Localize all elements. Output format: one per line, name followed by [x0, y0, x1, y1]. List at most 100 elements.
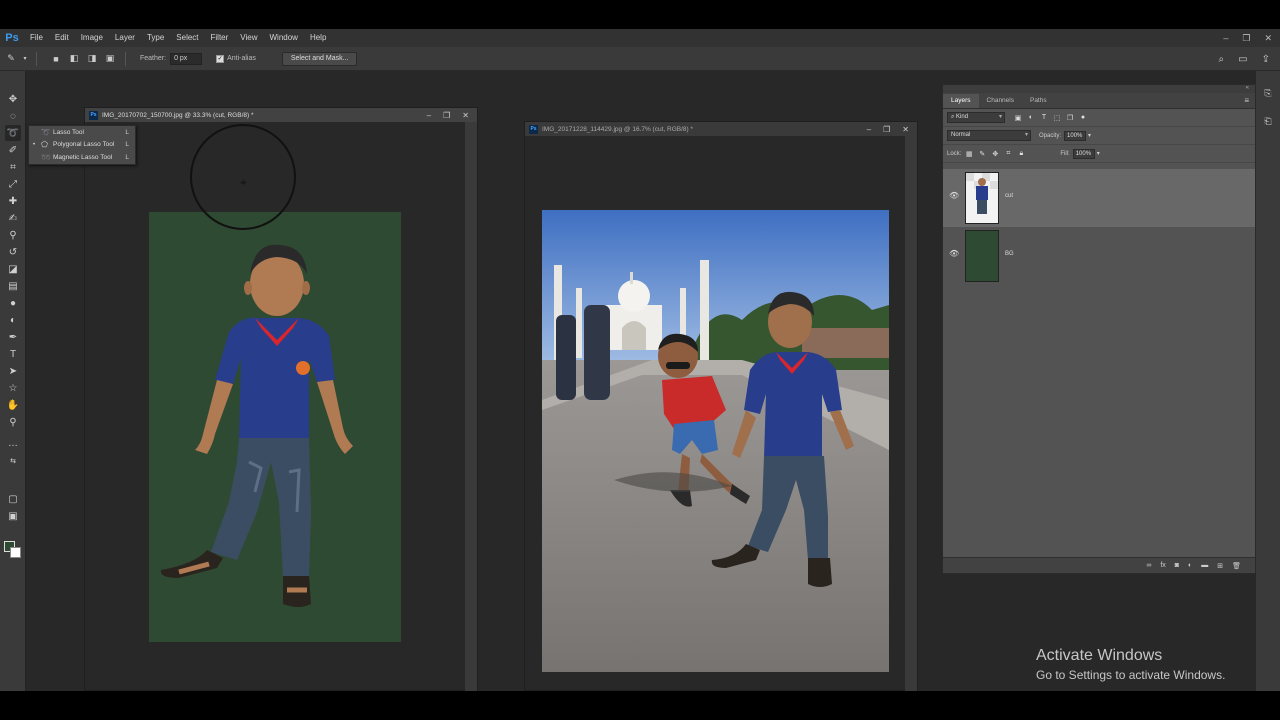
clone-stamp-tool-icon[interactable]: ⚲ [5, 227, 21, 243]
screen-mode-icon[interactable]: ▣ [5, 508, 21, 524]
filter-toggle-icon[interactable]: ● [1078, 113, 1088, 123]
document-2-scrollbar[interactable] [905, 136, 917, 692]
document-2-titlebar[interactable]: Ps IMG_20171228_114429.jpg @ 16.7% (cut,… [525, 122, 917, 136]
tab-layers[interactable]: Layers [943, 94, 979, 108]
select-and-mask-button[interactable]: Select and Mask... [281, 51, 358, 66]
share-icon[interactable]: ⇪ [1262, 54, 1270, 65]
default-colors-icon[interactable]: ⇆ [5, 453, 21, 469]
lasso-tool-icon[interactable]: ➰ [5, 125, 21, 141]
menu-layer[interactable]: Layer [109, 29, 141, 47]
dodge-tool-icon[interactable]: ◐ [5, 312, 21, 328]
fill-input[interactable]: 100% [1072, 148, 1095, 159]
flyout-lasso-tool[interactable]: ➰ Lasso Tool L [29, 126, 135, 139]
app-restore-button[interactable]: ❐ [1242, 33, 1250, 44]
delete-layer-icon[interactable]: 🗑︎ [1232, 562, 1241, 570]
feather-input[interactable]: 0 px [170, 52, 203, 65]
properties-panel-icon[interactable]: ⎗ [1262, 115, 1274, 127]
doc2-close-button[interactable]: ✕ [902, 125, 909, 134]
move-tool-icon[interactable]: ✥ [5, 91, 21, 107]
document-1-scrollbar[interactable] [465, 122, 477, 692]
eye-icon[interactable]: 👁︎ [949, 191, 959, 200]
blur-tool-icon[interactable]: ● [5, 295, 21, 311]
filter-pixel-icon[interactable]: ▣ [1013, 113, 1023, 123]
flyout-polygonal-lasso-tool[interactable]: • ⬠ Polygonal Lasso Tool L [29, 139, 135, 152]
menu-image[interactable]: Image [75, 29, 109, 47]
eyedropper-tool-icon[interactable]: ⤢ [5, 176, 21, 192]
workspace-icon[interactable]: ▭ [1238, 54, 1247, 65]
doc1-close-button[interactable]: ✕ [462, 111, 469, 120]
hand-tool-icon[interactable]: ✋ [5, 397, 21, 413]
new-layer-icon[interactable]: ⊞ [1217, 562, 1223, 570]
tab-channels[interactable]: Channels [979, 94, 1022, 108]
lock-transparent-icon[interactable]: ▦ [964, 149, 974, 159]
app-minimize-button[interactable]: – [1223, 33, 1228, 43]
filter-kind-select[interactable]: ⌕ Kind ▾ [947, 112, 1005, 123]
app-close-button[interactable]: ✕ [1264, 33, 1272, 44]
adjustment-layer-icon[interactable]: ◐ [1188, 562, 1192, 569]
layer-row-bg[interactable]: 👁︎ BG [943, 227, 1255, 285]
link-layers-icon[interactable]: ∞ [1146, 562, 1151, 569]
canvas-photo[interactable] [542, 210, 889, 672]
menu-edit[interactable]: Edit [49, 29, 75, 47]
doc2-restore-button[interactable]: ❐ [883, 125, 890, 134]
search-icon[interactable]: ⌕ [1219, 54, 1225, 65]
filter-type-icon[interactable]: T [1039, 113, 1049, 123]
lock-all-icon[interactable]: 🔒︎ [1016, 149, 1026, 159]
filter-smart-object-icon[interactable]: ❐ [1065, 113, 1075, 123]
panel-menu-icon[interactable]: ≡ [1244, 96, 1249, 105]
panel-collapse-strip[interactable]: « [943, 85, 1255, 93]
type-tool-icon[interactable]: T [5, 346, 21, 362]
pen-tool-icon[interactable]: ✒ [5, 329, 21, 345]
intersect-selection-icon[interactable]: ▣ [103, 52, 117, 66]
document-1-titlebar[interactable]: Ps IMG_20170702_150700.jpg @ 33.3% (cut,… [85, 108, 477, 122]
shape-tool-icon[interactable]: ☆ [5, 380, 21, 396]
background-color-swatch[interactable] [10, 547, 21, 558]
filter-adjustment-icon[interactable]: ◐ [1026, 113, 1036, 123]
new-selection-icon[interactable]: ■ [49, 52, 63, 66]
menu-help[interactable]: Help [304, 29, 332, 47]
antialias-checkbox[interactable]: ✓ [216, 54, 225, 63]
new-group-icon[interactable]: ▬ [1201, 562, 1208, 569]
menu-file[interactable]: File [24, 29, 49, 47]
layer-style-icon[interactable]: fx [1160, 562, 1165, 569]
flyout-magnetic-lasso-tool[interactable]: ➿ Magnetic Lasso Tool L [29, 151, 135, 164]
history-panel-icon[interactable]: ⎘ [1262, 87, 1274, 99]
lock-image-icon[interactable]: ✎ [977, 149, 987, 159]
canvas-green-background[interactable] [149, 212, 401, 642]
add-selection-icon[interactable]: ◧ [67, 52, 81, 66]
add-mask-icon[interactable]: ◙ [1175, 562, 1179, 569]
menu-filter[interactable]: Filter [205, 29, 235, 47]
doc1-minimize-button[interactable]: – [427, 111, 431, 120]
healing-brush-tool-icon[interactable]: ✚ [5, 193, 21, 209]
marquee-tool-icon[interactable]: ◌ [5, 108, 21, 124]
eye-icon[interactable]: 👁︎ [949, 249, 959, 258]
menu-window[interactable]: Window [264, 29, 304, 47]
fill-chevron-icon[interactable]: ▾ [1097, 150, 1100, 157]
subtract-selection-icon[interactable]: ◨ [85, 52, 99, 66]
menu-type[interactable]: Type [141, 29, 170, 47]
path-selection-tool-icon[interactable]: ➤ [5, 363, 21, 379]
more-tools-icon[interactable]: … [5, 435, 21, 451]
lock-artboard-icon[interactable]: ⌗ [1003, 149, 1013, 159]
opacity-input[interactable]: 100% [1064, 130, 1087, 141]
eraser-tool-icon[interactable]: ◪ [5, 261, 21, 277]
quick-selection-tool-icon[interactable]: ✐ [5, 142, 21, 158]
opacity-chevron-icon[interactable]: ▾ [1088, 132, 1091, 139]
zoom-tool-icon[interactable]: ⚲ [5, 414, 21, 430]
lock-position-icon[interactable]: ✥ [990, 149, 1000, 159]
doc1-restore-button[interactable]: ❐ [443, 111, 450, 120]
lasso-preset-icon[interactable]: ✎ [4, 52, 18, 66]
quick-mask-icon[interactable]: ▢ [5, 491, 21, 507]
filter-shape-icon[interactable]: ⬚ [1052, 113, 1062, 123]
menu-view[interactable]: View [234, 29, 263, 47]
blend-mode-select[interactable]: Normal ▾ [947, 130, 1031, 141]
history-brush-tool-icon[interactable]: ↺ [5, 244, 21, 260]
gradient-tool-icon[interactable]: ▤ [5, 278, 21, 294]
layer-row-cut[interactable]: 👁︎ cut [943, 169, 1255, 227]
crop-tool-icon[interactable]: ⌗ [5, 159, 21, 175]
menu-select[interactable]: Select [170, 29, 204, 47]
preset-chevron-icon[interactable]: ▾ [22, 52, 28, 66]
tab-paths[interactable]: Paths [1022, 94, 1055, 108]
brush-tool-icon[interactable]: ✍ [5, 210, 21, 226]
doc2-minimize-button[interactable]: – [867, 125, 871, 134]
